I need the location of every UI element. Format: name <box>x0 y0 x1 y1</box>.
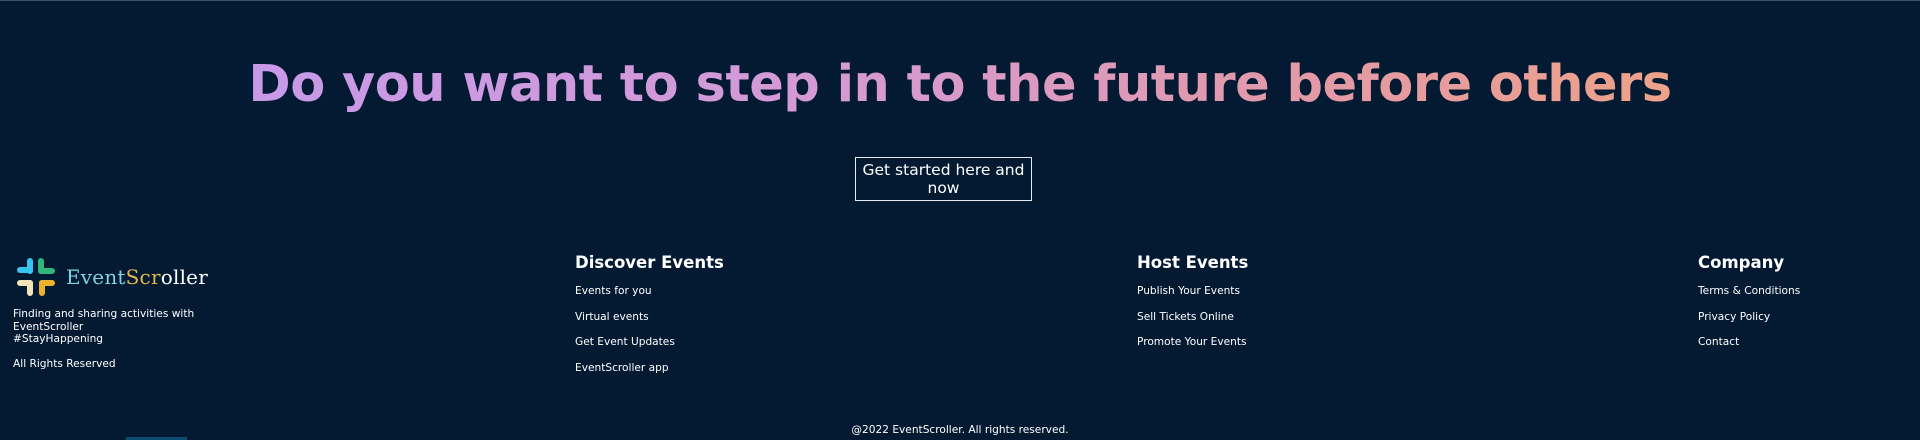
footer-column-discover: Discover Events Events for you Virtual e… <box>575 253 724 387</box>
copyright-notice: @2022 EventScroller. All rights reserved… <box>851 424 1069 436</box>
brand-name-part2: Scr <box>125 265 161 289</box>
tagline-hashtag: #StayHappening <box>13 333 104 345</box>
slack-style-logo-icon <box>17 258 55 296</box>
footer-heading-discover: Discover Events <box>575 253 724 272</box>
hero-headline: Do you want to step in to the future bef… <box>248 52 1672 118</box>
get-started-button[interactable]: Get started here and now <box>855 157 1032 201</box>
brand-tagline: Finding and sharing activities with Even… <box>13 308 203 346</box>
footer-link-sell-tickets[interactable]: Sell Tickets Online <box>1137 311 1248 324</box>
footer-link-contact[interactable]: Contact <box>1698 336 1800 349</box>
footer-link-publish-events[interactable]: Publish Your Events <box>1137 285 1248 298</box>
footer-heading-company: Company <box>1698 253 1785 272</box>
tagline-line: Finding and sharing activities with <box>13 308 195 320</box>
footer-heading-host: Host Events <box>1137 253 1249 272</box>
tagline-line: EventScroller <box>13 320 84 333</box>
all-rights-reserved: All Rights Reserved <box>13 358 116 370</box>
footer-link-virtual-events[interactable]: Virtual events <box>575 311 724 324</box>
footer-link-eventscroller-app[interactable]: EventScroller app <box>575 362 724 375</box>
footer-link-promote-events[interactable]: Promote Your Events <box>1137 336 1248 349</box>
footer-link-get-event-updates[interactable]: Get Event Updates <box>575 336 724 349</box>
footer-column-host: Host Events Publish Your Events Sell Tic… <box>1137 253 1248 362</box>
hero-section: Do you want to step in to the future bef… <box>0 52 1920 118</box>
brand-name-part1: Event <box>66 265 126 289</box>
footer-link-privacy[interactable]: Privacy Policy <box>1698 311 1800 324</box>
footer-column-company: Company Terms & Conditions Privacy Polic… <box>1698 253 1800 362</box>
footer-link-terms[interactable]: Terms & Conditions <box>1698 285 1800 298</box>
brand-name-part3: oller <box>160 265 208 289</box>
top-divider <box>0 0 1920 1</box>
brand-logo-link[interactable]: EventScroller <box>17 258 208 296</box>
brand-name: EventScroller <box>66 265 208 289</box>
footer-link-events-for-you[interactable]: Events for you <box>575 285 724 298</box>
